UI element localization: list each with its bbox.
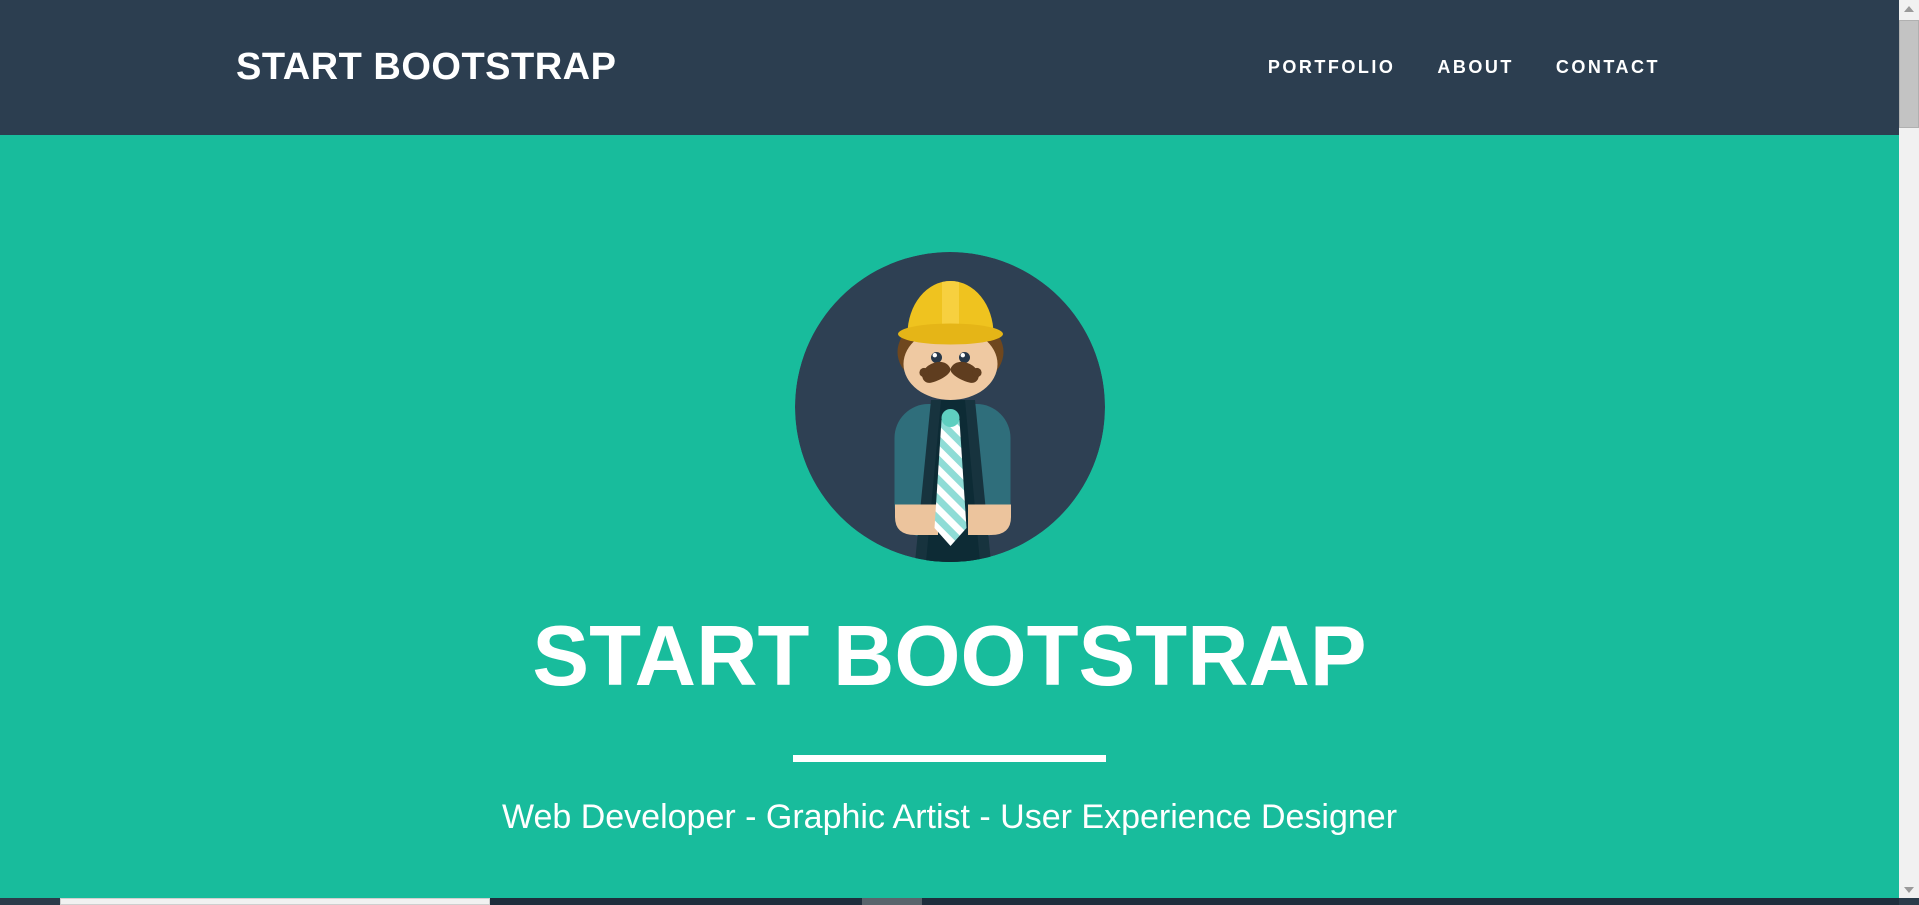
avatar-right-eye: [959, 352, 970, 363]
scroll-down-button[interactable]: [1899, 881, 1919, 898]
scroll-up-button[interactable]: [1899, 0, 1919, 17]
avatar-hat-brim: [898, 324, 1003, 345]
hero-title: START BOOTSTRAP: [0, 614, 1899, 699]
masthead-section: START BOOTSTRAP Web Developer - Graphic …: [0, 135, 1899, 898]
avatar-tie-knot: [941, 409, 959, 427]
horizontal-scrollbar-right-corner: [1899, 898, 1919, 905]
hero-subtitle: Web Developer - Graphic Artist - User Ex…: [0, 798, 1899, 837]
browser-viewport: START BOOTSTRAP PORTFOLIO ABOUT CONTACT: [0, 0, 1919, 905]
nav-link-contact[interactable]: CONTACT: [1556, 57, 1660, 78]
horizontal-scrollbar-thumb[interactable]: [60, 898, 490, 905]
construction-worker-avatar-icon: [795, 252, 1105, 562]
horizontal-scrollbar-secondary-segment[interactable]: [862, 898, 922, 905]
navbar-brand-link[interactable]: START BOOTSTRAP: [236, 46, 616, 89]
vertical-scrollbar[interactable]: [1899, 0, 1919, 898]
hero-divider-line: [793, 755, 1106, 762]
avatar-left-eye: [931, 352, 942, 363]
nav-link-portfolio[interactable]: PORTFOLIO: [1268, 57, 1396, 78]
avatar-left-hand: [895, 505, 938, 536]
arrow-down-icon: [1904, 887, 1914, 893]
top-navbar: START BOOTSTRAP PORTFOLIO ABOUT CONTACT: [0, 0, 1899, 135]
horizontal-scrollbar[interactable]: [0, 898, 1919, 905]
avatar-right-hand: [968, 505, 1011, 536]
horizontal-scrollbar-left-corner: [0, 898, 60, 905]
navbar-links: PORTFOLIO ABOUT CONTACT: [1268, 57, 1660, 78]
arrow-up-icon: [1904, 6, 1914, 12]
nav-link-about[interactable]: ABOUT: [1437, 57, 1514, 78]
vertical-scrollbar-thumb[interactable]: [1899, 20, 1919, 128]
